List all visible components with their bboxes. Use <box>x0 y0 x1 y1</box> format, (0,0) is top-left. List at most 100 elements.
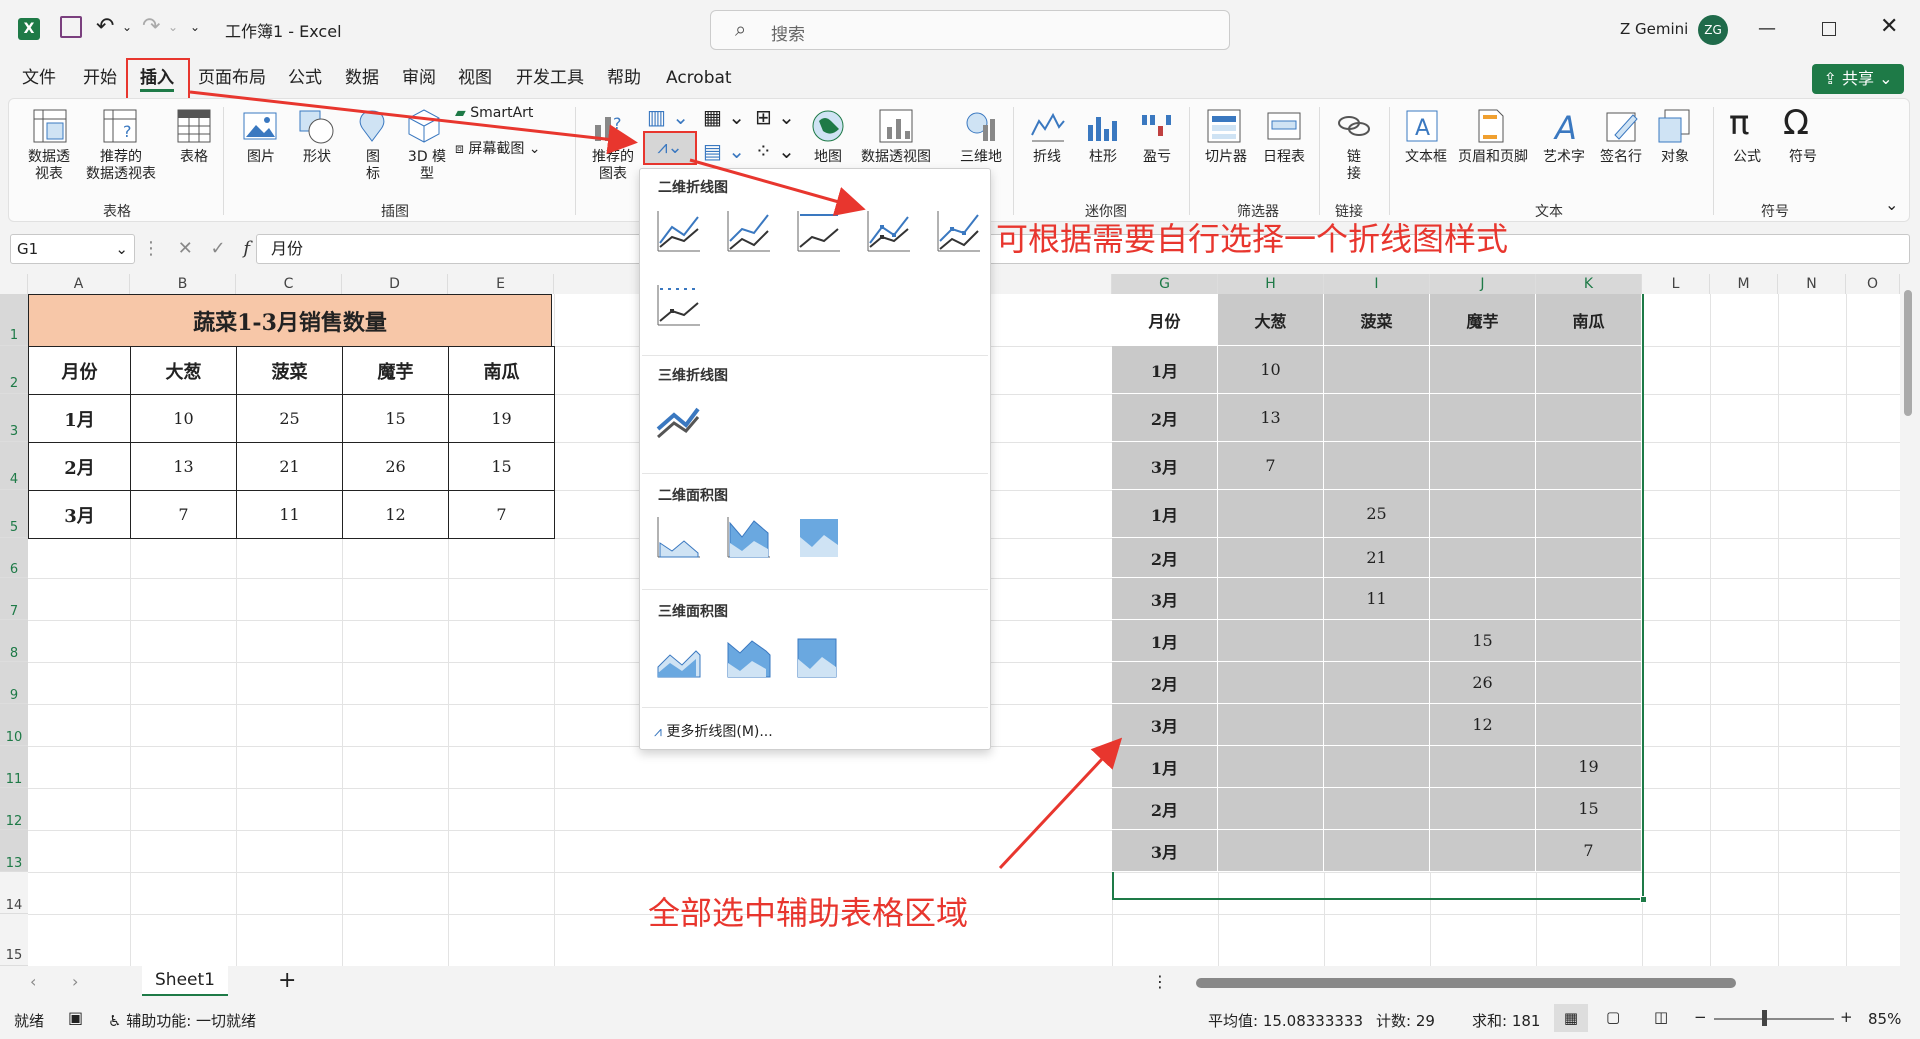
table1-cell[interactable]: 26 <box>342 442 449 491</box>
row-header[interactable]: 7 <box>0 578 28 620</box>
fill-handle[interactable] <box>1640 896 1647 903</box>
3d-model-button[interactable]: 3D 模 型 <box>403 149 451 183</box>
table1-header-cell[interactable]: 魔芋 <box>342 346 449 395</box>
table1-cell[interactable]: 15 <box>448 442 555 491</box>
wordart-button[interactable]: 艺术字 <box>1539 149 1589 166</box>
table2-cell[interactable] <box>1536 394 1642 442</box>
avatar[interactable]: ZG <box>1698 15 1728 45</box>
table1-header-cell[interactable]: 大葱 <box>130 346 237 395</box>
table1-cell[interactable]: 15 <box>342 394 449 443</box>
picture-button[interactable]: 图片 <box>241 149 281 166</box>
header-footer-button[interactable]: 页眉和页脚 <box>1455 149 1531 166</box>
table2-cell[interactable]: 25 <box>1324 490 1430 538</box>
table2-cell[interactable] <box>1218 746 1324 788</box>
table2-cell[interactable]: 3月 <box>1112 830 1218 872</box>
textbox-button[interactable]: 文本框 <box>1401 149 1451 166</box>
macro-record-icon[interactable]: ▣ <box>68 1008 83 1027</box>
column-header[interactable]: C <box>236 274 342 294</box>
table2-cell[interactable] <box>1430 788 1536 830</box>
table2-cell[interactable] <box>1430 538 1536 578</box>
pivot-table-button[interactable]: 数据透 视表 <box>19 149 79 183</box>
restore-button[interactable] <box>1822 22 1836 36</box>
area-chart-thumb[interactable] <box>654 513 702 561</box>
share-button[interactable]: ⇪ 共享 ⌄ <box>1812 64 1904 94</box>
table1-cell[interactable]: 19 <box>448 394 555 443</box>
tab-developer[interactable]: 开发工具 <box>516 64 584 92</box>
next-sheet-icon[interactable]: › <box>72 972 78 991</box>
table2-cell[interactable] <box>1218 662 1324 704</box>
tab-file[interactable]: 文件 <box>22 64 56 92</box>
table2-cell[interactable]: 26 <box>1430 662 1536 704</box>
search-box[interactable]: ⌕ 搜索 <box>710 10 1230 50</box>
statistic-chart-icon[interactable]: ⊞ ⌄ <box>755 105 795 129</box>
table2-cell[interactable] <box>1324 394 1430 442</box>
table2-cell[interactable]: 2月 <box>1112 538 1218 578</box>
shapes-button[interactable]: 形状 <box>295 149 339 166</box>
page-break-view-icon[interactable]: ◫ <box>1654 1008 1668 1026</box>
column-header[interactable]: K <box>1536 274 1642 294</box>
table2-cell[interactable] <box>1430 346 1536 394</box>
column-header[interactable]: A <box>28 274 130 294</box>
table1-title[interactable]: 蔬菜1-3月销售数量 <box>28 294 552 346</box>
table1-cell[interactable]: 7 <box>130 490 237 539</box>
table1-cell[interactable]: 25 <box>236 394 343 443</box>
table2-cell[interactable] <box>1430 394 1536 442</box>
table1-cell[interactable]: 21 <box>236 442 343 491</box>
hierarchy-chart-icon[interactable]: ▦ ⌄ <box>703 105 745 129</box>
pivot-chart-button[interactable]: 数据透视图 <box>853 149 939 166</box>
line-chart-thumb[interactable] <box>654 207 702 255</box>
user-name[interactable]: Z Gemini <box>1620 20 1688 38</box>
redo-dropdown-icon[interactable]: ⌄ <box>168 20 178 34</box>
table1-cell[interactable]: 12 <box>342 490 449 539</box>
table2-cell[interactable] <box>1324 662 1430 704</box>
table2-cell[interactable]: 2月 <box>1112 662 1218 704</box>
stacked-area-chart-thumb[interactable] <box>724 513 772 561</box>
table2-header-cell[interactable]: 南瓜 <box>1536 294 1642 346</box>
tab-acrobat[interactable]: Acrobat <box>666 64 732 92</box>
3d-100-stacked-area-thumb[interactable] <box>794 633 842 681</box>
undo-dropdown-icon[interactable]: ⌄ <box>122 20 132 34</box>
vertical-scroll-thumb[interactable] <box>1904 290 1912 416</box>
table2-cell[interactable]: 11 <box>1324 578 1430 620</box>
table2-cell[interactable]: 15 <box>1536 788 1642 830</box>
3d-stacked-area-thumb[interactable] <box>724 633 772 681</box>
close-button[interactable]: ✕ <box>1880 14 1898 39</box>
table2-cell[interactable]: 2月 <box>1112 394 1218 442</box>
table1-cell[interactable]: 13 <box>130 442 237 491</box>
table2-cell[interactable]: 3月 <box>1112 578 1218 620</box>
table2-cell[interactable]: 12 <box>1430 704 1536 746</box>
table2-cell[interactable]: 21 <box>1324 538 1430 578</box>
table2-cell[interactable]: 3月 <box>1112 704 1218 746</box>
scatter-chart-icon[interactable]: ⁘ ⌄ <box>755 139 795 163</box>
table2-cell[interactable]: 1月 <box>1112 490 1218 538</box>
zoom-out-icon[interactable]: − <box>1694 1008 1707 1026</box>
tab-view[interactable]: 视图 <box>458 64 492 92</box>
table2-cell[interactable] <box>1536 442 1642 490</box>
collapse-ribbon-icon[interactable]: ⌄ <box>1885 195 1898 214</box>
minimize-button[interactable]: — <box>1758 18 1776 39</box>
table2-cell[interactable]: 1月 <box>1112 346 1218 394</box>
redo-icon[interactable]: ↷ <box>142 14 160 39</box>
map-button[interactable]: 地图 <box>807 149 849 166</box>
name-box[interactable]: G1 ⌄ <box>10 234 135 264</box>
table2-cell[interactable] <box>1218 578 1324 620</box>
3d-map-button[interactable]: 三维地 <box>953 149 1009 166</box>
row-header[interactable]: 3 <box>0 394 28 442</box>
column-header[interactable]: J <box>1430 274 1536 294</box>
table1-cell[interactable]: 2月 <box>28 442 131 491</box>
horizontal-scroll-thumb[interactable] <box>1196 978 1736 988</box>
column-header[interactable]: N <box>1778 274 1846 294</box>
recommended-charts-button[interactable]: 推荐的 图表 <box>583 149 643 183</box>
table2-cell[interactable]: 7 <box>1536 830 1642 872</box>
row-header[interactable]: 11 <box>0 746 28 788</box>
column-header[interactable]: B <box>130 274 236 294</box>
add-sheet-icon[interactable]: + <box>278 968 296 993</box>
table2-cell[interactable] <box>1324 830 1430 872</box>
table2-cell[interactable]: 2月 <box>1112 788 1218 830</box>
table2-cell[interactable] <box>1324 788 1430 830</box>
100-stacked-area-thumb[interactable] <box>794 513 842 561</box>
smartart-button[interactable]: ▰ SmartArt <box>455 105 555 122</box>
sparkline-column-button[interactable]: 柱形 <box>1081 149 1125 166</box>
table2-cell[interactable] <box>1324 442 1430 490</box>
table2-cell[interactable] <box>1324 346 1430 394</box>
